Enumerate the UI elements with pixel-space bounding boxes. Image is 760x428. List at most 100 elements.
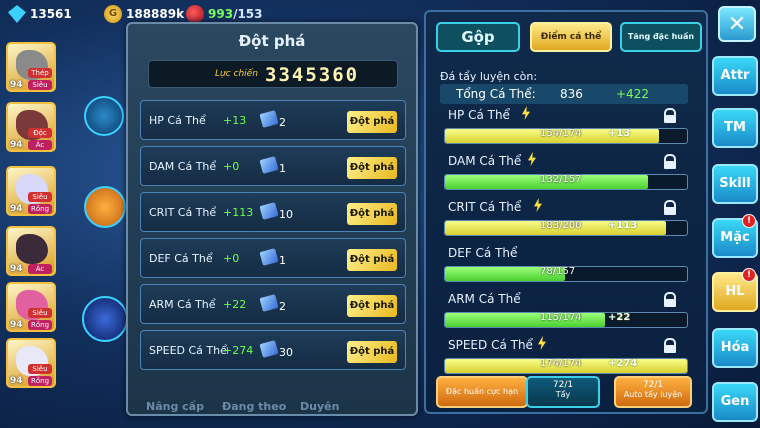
type-tag: Ác	[28, 264, 52, 274]
type-tag: Rồng	[28, 376, 52, 386]
lock-icon[interactable]	[664, 338, 676, 353]
row-count: 1	[279, 162, 286, 175]
breakthrough-button[interactable]: Đột phá	[347, 341, 397, 363]
stat-value: 132/157	[540, 174, 582, 185]
stat-label: ARM Cá Thể	[448, 292, 521, 306]
nav-tm[interactable]: TM	[712, 108, 758, 148]
row-label: DEF Cá Thể	[149, 252, 213, 265]
row-count: 2	[279, 300, 286, 313]
nav-mac[interactable]: Mặc!	[712, 214, 758, 258]
row-label: SPEED Cá Thể	[149, 344, 227, 357]
stat-label: CRIT Cá Thể	[448, 200, 522, 214]
nav-gen[interactable]: Gen	[712, 382, 758, 422]
combat-power-value: 3345360	[265, 64, 360, 86]
row-plus: +113	[223, 206, 254, 219]
row-plus: +13	[223, 114, 247, 127]
lightning-icon	[534, 198, 542, 212]
tab-merge[interactable]: Gộp	[436, 22, 520, 52]
coin-icon: G	[104, 5, 122, 23]
type-tag: Siêu	[28, 308, 52, 318]
total-individual-bar: Tổng Cá Thể: 836 +422	[440, 84, 688, 104]
breakthrough-row-speed: SPEED Cá Thể +274 30 Đột phá	[140, 330, 406, 370]
panel-title: Đột phá	[238, 32, 306, 50]
level-text: 94	[10, 80, 23, 90]
nav-label: Hóa	[720, 340, 750, 355]
stat-plus: +22	[608, 312, 631, 323]
row-plus: +0	[223, 252, 240, 265]
special-training-button[interactable]: Đặc huấn cực hạn	[436, 376, 528, 408]
tab-special-training[interactable]: Tăng đặc huấn	[620, 22, 702, 52]
breakthrough-button[interactable]: Đột phá	[347, 111, 397, 133]
stat-label: SPEED Cá Thể	[448, 338, 533, 352]
total-label: Tổng Cá Thể:	[456, 87, 536, 101]
breakthrough-row-def: DEF Cá Thể +0 1 Đột phá	[140, 238, 406, 278]
stat-value: 174/174	[540, 358, 582, 369]
stat-label: DAM Cá Thể	[448, 154, 522, 168]
fruit-max: /153	[233, 7, 263, 21]
orb-icon[interactable]	[82, 296, 128, 342]
row-plus: +274	[223, 344, 254, 357]
stat-dam: DAM Cá Thể 132/157	[440, 152, 688, 200]
pokemon-portrait	[16, 234, 48, 264]
nav-label: Mặc	[720, 230, 750, 245]
row-plus: +0	[223, 160, 240, 173]
level-text: 94	[10, 320, 23, 330]
following-label[interactable]: Đang theo	[222, 400, 286, 413]
nav-label: Attr	[720, 68, 750, 83]
type-tag: Thép	[28, 68, 52, 78]
bag-icon[interactable]	[84, 186, 126, 228]
individual-stats-panel: Gộp Điểm cá thể Tăng đặc huấn Đá tẩy luy…	[424, 10, 708, 414]
scroll-icon	[259, 294, 279, 312]
coin-amount: 188889k	[126, 7, 185, 21]
breakthrough-button[interactable]: Đột phá	[347, 295, 397, 317]
scroll-icon	[259, 340, 279, 358]
lock-icon[interactable]	[664, 292, 676, 307]
stat-arm: ARM Cá Thể 115/174 +22	[440, 292, 688, 338]
upgrade-label[interactable]: Nâng cấp	[146, 400, 204, 413]
type-tag: Siêu	[28, 192, 52, 202]
combat-power-label: Lực chiến	[215, 69, 258, 79]
tab-individual-points[interactable]: Điểm cá thể	[530, 22, 612, 52]
wash-label: Tẩy	[555, 390, 571, 399]
nav-attr[interactable]: Attr	[712, 56, 758, 96]
lock-icon[interactable]	[664, 154, 676, 169]
breakthrough-button[interactable]: Đột phá	[347, 157, 397, 179]
team-slot-6[interactable]: Siêu Rồng 94	[6, 338, 56, 388]
gem-counter: 13561	[8, 4, 72, 24]
row-label: HP Cá Thể	[149, 114, 206, 127]
nav-hl[interactable]: HL!	[712, 268, 758, 312]
affinity-label[interactable]: Duyên	[300, 400, 339, 413]
lightning-icon	[538, 336, 546, 350]
auto-wash-button[interactable]: 72/1 Auto tẩy luyện	[614, 376, 692, 408]
breakthrough-row-hp: HP Cá Thể +13 2 Đột phá	[140, 100, 406, 140]
team-slot-1[interactable]: Thép Siêu 94	[6, 42, 56, 92]
team-slot-5[interactable]: Siêu Rồng 94	[6, 282, 56, 332]
lock-icon[interactable]	[664, 108, 676, 123]
nav-hoa[interactable]: Hóa	[712, 328, 758, 368]
item-slot-icon[interactable]	[84, 96, 124, 136]
team-slot-3[interactable]: Siêu Rồng 94	[6, 166, 56, 216]
nav-skill[interactable]: Skill	[712, 164, 758, 204]
team-slot-4[interactable]: Ác 94	[6, 226, 56, 276]
close-button[interactable]: ✕	[718, 6, 756, 42]
breakthrough-row-dam: DAM Cá Thể +0 1 Đột phá	[140, 146, 406, 186]
fruit-icon	[186, 5, 204, 23]
breakthrough-button[interactable]: Đột phá	[347, 203, 397, 225]
row-plus: +22	[223, 298, 247, 311]
fruit-current: 993	[208, 7, 234, 21]
gem-amount: 13561	[30, 7, 72, 21]
row-count: 2	[279, 116, 286, 129]
stat-value: 154/174	[540, 128, 582, 139]
type-tag: Siêu	[28, 364, 52, 374]
auto-wash-label: Auto tẩy luyện	[623, 390, 683, 399]
row-count: 10	[279, 208, 293, 221]
stat-label: HP Cá Thể	[448, 108, 510, 122]
stat-label: DEF Cá Thể	[448, 246, 518, 260]
stat-def: DEF Cá Thể 78/157	[440, 246, 688, 292]
type-tag: Siêu	[28, 80, 52, 90]
breakthrough-button[interactable]: Đột phá	[347, 249, 397, 271]
level-text: 94	[10, 204, 23, 214]
team-slot-2[interactable]: Độc Ác 94	[6, 102, 56, 152]
wash-button[interactable]: 72/1 Tẩy	[526, 376, 600, 408]
lock-icon[interactable]	[664, 200, 676, 215]
